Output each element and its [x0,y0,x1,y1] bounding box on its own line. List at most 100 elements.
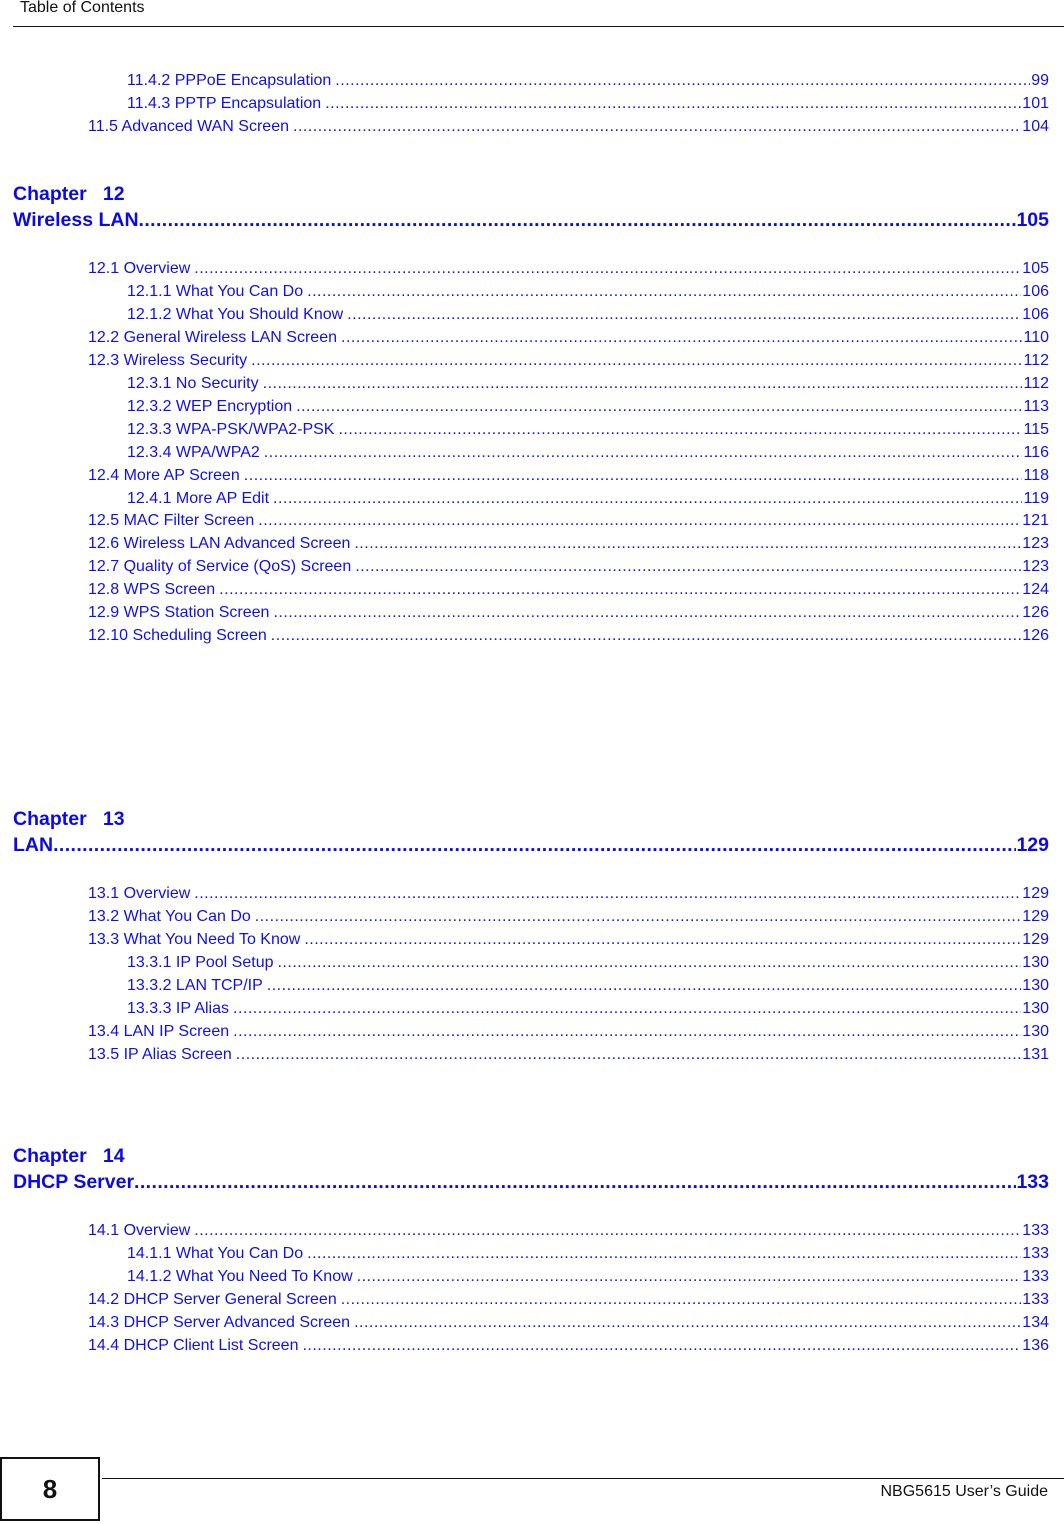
toc-entry-page[interactable]: 101 [1021,95,1049,113]
toc-entry-page[interactable]: 126 [1021,627,1049,645]
toc-entry-label[interactable]: 12.10 Scheduling Screen [88,627,271,645]
toc-entry-label[interactable]: 12.7 Quality of Service (QoS) Screen [88,558,355,576]
toc-entry[interactable]: 14.4 DHCP Client List Screen 136 [88,1337,1049,1359]
toc-entry[interactable]: 13.3.3 IP Alias 130 [127,1000,1049,1022]
toc-entry[interactable]: 12.1 Overview 105 [88,260,1049,282]
toc-entry-page[interactable]: 112 [1022,375,1049,393]
toc-entry-label[interactable]: 13.3.3 IP Alias [127,1000,233,1018]
toc-entry-label[interactable]: 12.1.2 What You Should Know [127,306,347,324]
chapter-number[interactable]: Chapter 13 [13,808,1049,834]
toc-entry-label[interactable]: 14.2 DHCP Server General Screen [88,1291,341,1309]
toc-entry[interactable]: 12.6 Wireless LAN Advanced Screen 123 [88,535,1049,557]
toc-entry[interactable]: 12.3.2 WEP Encryption 113 [127,398,1049,420]
toc-entry[interactable]: 12.3.4 WPA/WPA2 116 [127,444,1049,466]
toc-entry-page[interactable]: 119 [1022,490,1049,508]
toc-entry-label[interactable]: 12.3.3 WPA-PSK/WPA2-PSK [127,421,338,439]
toc-entry[interactable]: 12.7 Quality of Service (QoS) Screen 123 [88,558,1049,580]
toc-entry[interactable]: 13.3.1 IP Pool Setup 130 [127,954,1049,976]
chapter-title[interactable]: LAN [13,834,53,857]
toc-entry-page[interactable]: 123 [1021,535,1049,553]
toc-entry-label[interactable]: 12.4.1 More AP Edit [127,490,273,508]
toc-entry-label[interactable]: 12.3.2 WEP Encryption [127,398,296,416]
toc-entry[interactable]: 12.4.1 More AP Edit 119 [127,490,1049,512]
chapter-title-row[interactable]: DHCP Server 133 [13,1171,1049,1197]
toc-entry-page[interactable]: 133 [1021,1245,1049,1263]
toc-entry[interactable]: 12.8 WPS Screen 124 [88,581,1049,603]
toc-entry-label[interactable]: 12.4 More AP Screen [88,467,244,485]
toc-entry[interactable]: 12.1.2 What You Should Know 106 [127,306,1049,328]
toc-entry[interactable]: 12.3.3 WPA-PSK/WPA2-PSK 115 [127,421,1049,443]
toc-entry[interactable]: 14.2 DHCP Server General Screen 133 [88,1291,1049,1313]
toc-entry-page[interactable]: 131 [1021,1046,1049,1064]
toc-entry[interactable]: 12.4 More AP Screen 118 [88,467,1049,489]
toc-entry-page[interactable]: 130 [1021,1023,1049,1041]
toc-entry-label[interactable]: 12.3 Wireless Security [88,352,251,370]
toc-entry-label[interactable]: 13.3.2 LAN TCP/IP [127,977,267,995]
toc-entry-label[interactable]: 11.5 Advanced WAN Screen [88,118,293,136]
toc-entry-label[interactable]: 13.3 What You Need To Know [88,931,304,949]
toc-entry-page[interactable]: 130 [1021,1000,1049,1018]
toc-entry-label[interactable]: 13.1 Overview [88,885,194,903]
toc-entry[interactable]: 13.1 Overview 129 [88,885,1049,907]
toc-entry-label[interactable]: 14.1.2 What You Need To Know [127,1268,357,1286]
toc-entry-page[interactable]: 133 [1021,1268,1049,1286]
toc-entry-page[interactable]: 104 [1021,118,1049,136]
toc-entry-page[interactable]: 133 [1021,1222,1049,1240]
toc-entry-page[interactable]: 134 [1021,1314,1049,1332]
toc-entry-label[interactable]: 14.1.1 What You Can Do [127,1245,307,1263]
toc-entry-page[interactable]: 110 [1022,329,1049,347]
toc-entry[interactable]: 12.5 MAC Filter Screen 121 [88,512,1049,534]
toc-entry-label[interactable]: 12.3.1 No Security [127,375,263,393]
toc-entry-page[interactable]: 123 [1021,558,1049,576]
toc-entry-label[interactable]: 13.4 LAN IP Screen [88,1023,233,1041]
toc-entry-page[interactable]: 118 [1022,467,1049,485]
chapter-number[interactable]: Chapter 14 [13,1145,1049,1171]
toc-entry-label[interactable]: 11.4.3 PPTP Encapsulation [127,95,325,113]
toc-entry-page[interactable]: 129 [1021,908,1049,926]
toc-entry-page[interactable]: 129 [1021,885,1049,903]
toc-entry[interactable]: 12.3.1 No Security 112 [127,375,1049,397]
toc-entry-label[interactable]: 12.5 MAC Filter Screen [88,512,258,530]
toc-entry[interactable]: 14.1.2 What You Need To Know 133 [127,1268,1049,1290]
chapter-page[interactable]: 129 [1016,834,1049,857]
toc-entry[interactable]: 14.3 DHCP Server Advanced Screen 134 [88,1314,1049,1336]
chapter-page[interactable]: 105 [1016,209,1049,232]
toc-entry-label[interactable]: 12.6 Wireless LAN Advanced Screen [88,535,354,553]
toc-entry-label[interactable]: 14.3 DHCP Server Advanced Screen [88,1314,354,1332]
toc-entry[interactable]: 12.9 WPS Station Screen 126 [88,604,1049,626]
toc-entry[interactable]: 11.4.2 PPPoE Encapsulation 99 [127,72,1049,94]
toc-entry-page[interactable]: 115 [1022,421,1049,439]
toc-entry-label[interactable]: 12.1 Overview [88,260,194,278]
toc-entry-label[interactable]: 12.3.4 WPA/WPA2 [127,444,264,462]
toc-entry-label[interactable]: 13.2 What You Can Do [88,908,255,926]
toc-entry-page[interactable]: 106 [1021,283,1049,301]
chapter-title-row[interactable]: Wireless LAN 105 [13,209,1049,235]
toc-entry-label[interactable]: 12.8 WPS Screen [88,581,219,599]
toc-entry[interactable]: 12.10 Scheduling Screen 126 [88,627,1049,649]
toc-entry-page[interactable]: 129 [1021,931,1049,949]
chapter-title[interactable]: Wireless LAN [13,209,139,232]
chapter-number[interactable]: Chapter 12 [13,183,1049,209]
toc-entry[interactable]: 14.1.1 What You Can Do 133 [127,1245,1049,1267]
toc-entry-label[interactable]: 12.9 WPS Station Screen [88,604,273,622]
toc-entry[interactable]: 12.1.1 What You Can Do 106 [127,283,1049,305]
toc-entry-page[interactable]: 116 [1022,444,1049,462]
toc-entry-page[interactable]: 136 [1021,1337,1049,1355]
chapter-heading[interactable]: Chapter 13LAN 129 [13,808,1049,860]
toc-entry[interactable]: 11.5 Advanced WAN Screen 104 [88,118,1049,140]
toc-entry-page[interactable]: 124 [1021,581,1049,599]
toc-entry[interactable]: 13.2 What You Can Do 129 [88,908,1049,930]
toc-entry[interactable]: 12.3 Wireless Security 112 [88,352,1049,374]
toc-entry[interactable]: 14.1 Overview 133 [88,1222,1049,1244]
toc-entry-page[interactable]: 130 [1021,954,1049,972]
chapter-heading[interactable]: Chapter 12Wireless LAN 105 [13,183,1049,235]
toc-entry-page[interactable]: 106 [1021,306,1049,324]
toc-entry-label[interactable]: 12.2 General Wireless LAN Screen [88,329,341,347]
toc-entry[interactable]: 13.5 IP Alias Screen 131 [88,1046,1049,1068]
toc-entry[interactable]: 12.2 General Wireless LAN Screen 110 [88,329,1049,351]
toc-entry-page[interactable]: 121 [1021,512,1049,530]
toc-entry[interactable]: 13.3 What You Need To Know 129 [88,931,1049,953]
toc-entry-label[interactable]: 12.1.1 What You Can Do [127,283,307,301]
toc-entry-page[interactable]: 133 [1021,1291,1049,1309]
toc-entry-page[interactable]: 112 [1022,352,1049,370]
